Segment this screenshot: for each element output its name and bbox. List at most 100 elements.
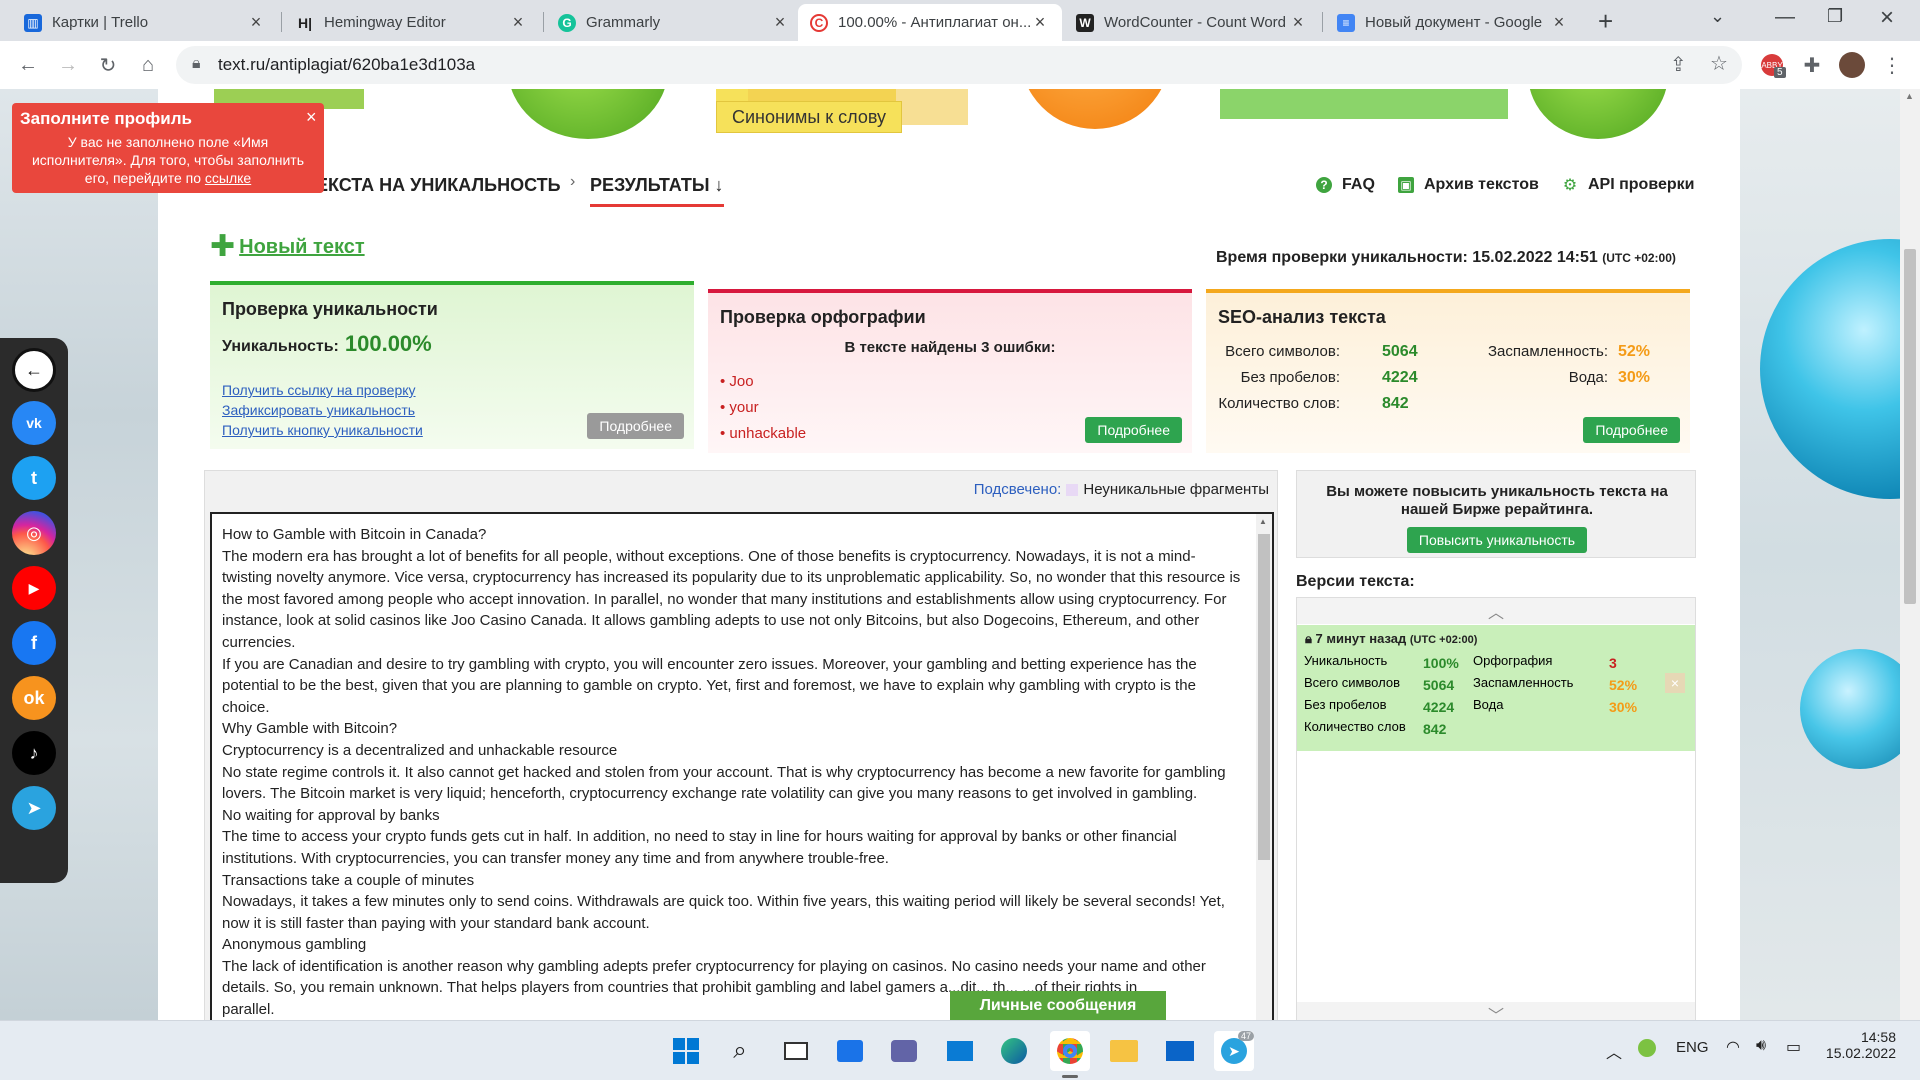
file-explorer-icon[interactable]: [1104, 1031, 1144, 1071]
tab-search-icon[interactable]: ⌄: [1710, 6, 1725, 27]
archive-icon: ▣: [1398, 177, 1414, 193]
main-content: Синонимы к слову ЕКСТА НА УНИКАЛЬНОСТЬ ›…: [158, 89, 1740, 1020]
chevron-up-icon[interactable]: ︿: [1606, 1039, 1622, 1063]
tab-grammarly[interactable]: G Grammarly ×: [546, 4, 802, 41]
text-scrollbar[interactable]: ▲: [1256, 514, 1272, 1020]
share-icon[interactable]: ⇪: [1670, 52, 1687, 77]
spelling-card: Проверка орфографии В тексте найдены 3 о…: [708, 289, 1192, 453]
text-line: twisting novelty anymore. Vice versa, cr…: [222, 569, 1241, 587]
tab-hemingway[interactable]: H| Hemingway Editor ×: [284, 4, 540, 41]
api-link[interactable]: ⚙ API проверки: [1562, 176, 1695, 194]
chrome-icon[interactable]: [1050, 1031, 1090, 1071]
tab-trello[interactable]: ▥ Картки | Trello ×: [12, 4, 278, 41]
telegram-icon[interactable]: ➤: [12, 786, 56, 830]
maximize-icon[interactable]: ❐: [1827, 6, 1843, 27]
archive-link[interactable]: ▣ Архив текстов: [1398, 176, 1539, 194]
chevron-up-icon[interactable]: ︿: [1297, 598, 1695, 624]
text-line: currencies.: [222, 633, 296, 651]
facebook-icon[interactable]: f: [12, 621, 56, 665]
close-tab-icon[interactable]: ×: [1030, 12, 1050, 33]
remote-desktop-icon[interactable]: [940, 1031, 980, 1071]
question-icon: ?: [1316, 177, 1332, 193]
extension-abbyy-icon[interactable]: ABBY 5: [1756, 49, 1788, 81]
seo-more-button[interactable]: Подробнее: [1583, 417, 1680, 443]
text-line: choice.: [222, 698, 270, 716]
close-tab-icon[interactable]: ×: [1549, 12, 1569, 33]
spelling-error[interactable]: • your: [720, 399, 759, 416]
tab-textru[interactable]: C 100.00% - Антиплагиат он... ×: [798, 4, 1062, 41]
network-app-icon[interactable]: [1638, 1039, 1656, 1057]
new-tab-button[interactable]: +: [1598, 6, 1613, 37]
tab-google-docs[interactable]: ≡ Новый документ - Google ×: [1325, 4, 1581, 41]
get-button-link[interactable]: Получить кнопку уникальности: [222, 422, 423, 438]
back-icon[interactable]: ←: [12, 49, 44, 81]
task-view-icon[interactable]: [776, 1031, 816, 1071]
notification-close-icon[interactable]: ×: [306, 107, 317, 128]
legend-swatch: [1066, 483, 1079, 496]
page-scrollbar[interactable]: ▲: [1900, 89, 1920, 1020]
close-tab-icon[interactable]: ×: [770, 12, 790, 33]
vk-icon[interactable]: vk: [12, 401, 56, 445]
forward-icon[interactable]: →: [52, 49, 84, 81]
boost-uniqueness-button[interactable]: Повысить уникальность: [1407, 527, 1587, 553]
wifi-icon[interactable]: ◠: [1726, 1037, 1740, 1057]
tab-bar: ▥ Картки | Trello × H| Hemingway Editor …: [0, 0, 1920, 41]
twitter-icon[interactable]: t: [12, 456, 56, 500]
start-icon[interactable]: [666, 1031, 706, 1071]
highlight-legend: Подсвечено: Неуникальные фрагменты: [973, 481, 1269, 498]
extensions-puzzle-icon[interactable]: ✚: [1796, 49, 1828, 81]
version-entry[interactable]: 🔒︎ 7 минут назад (UTC +02:00) Уникальнос…: [1297, 625, 1695, 751]
spelling-error[interactable]: • unhackable: [720, 425, 806, 442]
delete-version-icon[interactable]: ×: [1665, 673, 1685, 693]
edge-icon[interactable]: [994, 1031, 1034, 1071]
spelling-more-button[interactable]: Подробнее: [1085, 417, 1182, 443]
minimize-icon[interactable]: —: [1775, 6, 1795, 29]
fix-uniqueness-link[interactable]: Зафиксировать уникальность: [222, 402, 415, 418]
close-tab-icon[interactable]: ×: [508, 12, 528, 33]
private-messages-button[interactable]: Личные сообщения: [950, 991, 1166, 1020]
close-tab-icon[interactable]: ×: [1288, 12, 1308, 33]
mail-icon[interactable]: [1160, 1031, 1200, 1071]
text-line: Cryptocurrency is a decentralized and un…: [222, 741, 618, 759]
synonyms-button[interactable]: Синонимы к слову: [716, 101, 902, 133]
browser-menu-icon[interactable]: ⋮: [1876, 49, 1908, 81]
new-text-link[interactable]: ✚ Новый текст: [210, 232, 365, 262]
notification-link[interactable]: ссылке: [205, 170, 251, 186]
tab-wordcounter[interactable]: W WordCounter - Count Word ×: [1064, 4, 1320, 41]
search-icon[interactable]: ⌕: [720, 1031, 760, 1071]
close-tab-icon[interactable]: ×: [246, 12, 266, 33]
volume-icon[interactable]: 🔊︎: [1756, 1037, 1766, 1055]
youtube-icon[interactable]: ▶: [12, 566, 56, 610]
tab-results[interactable]: РЕЗУЛЬТАТЫ ↓: [590, 175, 723, 196]
tiktok-icon[interactable]: ♪: [12, 731, 56, 775]
instagram-icon[interactable]: ◎: [12, 511, 56, 555]
reload-icon[interactable]: ↻: [92, 49, 124, 81]
faq-link[interactable]: ? FAQ: [1316, 176, 1375, 194]
back-icon[interactable]: ←: [12, 348, 56, 392]
uniqueness-more-button[interactable]: Подробнее: [587, 413, 684, 439]
home-icon[interactable]: ⌂: [132, 49, 164, 81]
get-check-link[interactable]: Получить ссылку на проверку: [222, 382, 416, 398]
widgets-icon[interactable]: [830, 1031, 870, 1071]
bookmark-star-icon[interactable]: ☆: [1710, 51, 1728, 76]
apple-illustration: [508, 89, 668, 139]
odnoklassniki-icon[interactable]: ok: [12, 676, 56, 720]
battery-icon[interactable]: ▭: [1786, 1037, 1801, 1057]
apple-illustration: [1528, 89, 1668, 139]
text-line: now it is still faster than paying with …: [222, 914, 650, 932]
spelling-error[interactable]: • Joo: [720, 373, 754, 390]
teams-icon[interactable]: [884, 1031, 924, 1071]
checked-text-area[interactable]: How to Gamble with Bitcoin in Canada? The…: [210, 512, 1274, 1020]
telegram-app-icon[interactable]: ➤ 47: [1214, 1031, 1255, 1071]
uniqueness-card: Проверка уникальности Уникальность: 100.…: [210, 281, 694, 449]
chevron-down-icon[interactable]: ﹀: [1297, 1002, 1695, 1020]
clock[interactable]: 14:58 15.02.2022: [1822, 1029, 1896, 1061]
address-bar[interactable]: 🔒︎ text.ru/antiplagiat/620ba1e3d103a ⇪ ☆: [176, 46, 1742, 84]
textru-icon: C: [810, 13, 828, 32]
text-line: How to Gamble with Bitcoin in Canada?: [222, 526, 487, 543]
profile-avatar[interactable]: [1836, 49, 1868, 81]
language-indicator[interactable]: ENG: [1676, 1039, 1709, 1056]
text-line: institutions. With cryptocurrencies, you…: [222, 849, 889, 867]
breadcrumb-check[interactable]: ЕКСТА НА УНИКАЛЬНОСТЬ: [316, 175, 561, 196]
window-close-icon[interactable]: ×: [1880, 4, 1894, 32]
